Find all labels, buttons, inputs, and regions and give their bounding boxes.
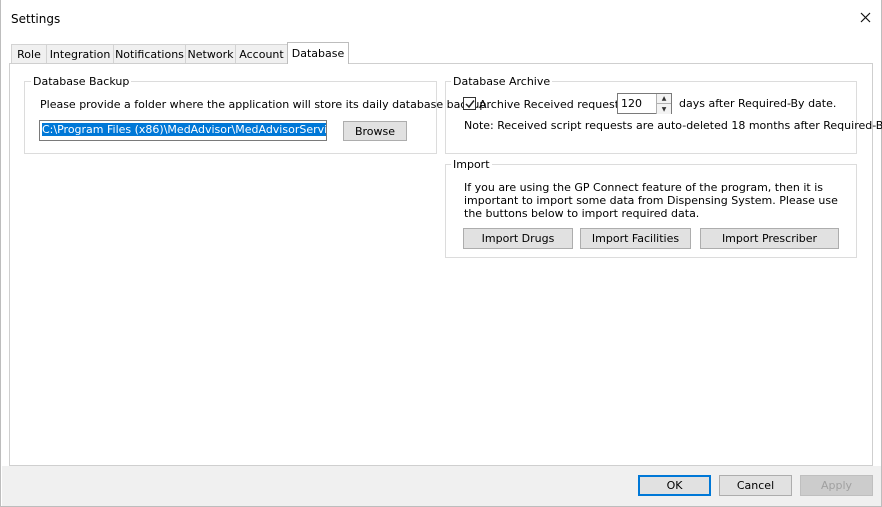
archive-checkbox[interactable] [463,97,476,110]
close-icon[interactable] [853,5,877,29]
database-backup-legend: Database Backup [31,75,132,88]
import-drugs-button[interactable]: Import Drugs [463,228,573,249]
import-prescriber-button[interactable]: Import Prescriber [700,228,839,249]
tab-notifications[interactable]: Notifications [113,44,186,63]
database-archive-legend: Database Archive [451,75,553,88]
ok-button[interactable]: OK [638,475,711,496]
tab-database[interactable]: Database [287,42,349,64]
import-description: If you are using the GP Connect feature … [464,181,838,220]
tab-integration[interactable]: Integration [46,44,114,63]
archive-checkbox-label: Archive Received requests [479,98,625,111]
backup-folder-value: C:\Program Files (x86)\MedAdvisor\MedAdv… [42,123,326,136]
archive-note: Note: Received script requests are auto-… [464,119,882,132]
archive-days-suffix: days after Required-By date. [679,97,837,110]
database-archive-group [445,81,857,154]
apply-button[interactable]: Apply [800,475,873,496]
database-backup-group [24,81,437,154]
browse-button[interactable]: Browse [343,121,407,141]
import-facilities-button[interactable]: Import Facilities [580,228,691,249]
backup-folder-input[interactable]: C:\Program Files (x86)\MedAdvisor\MedAdv… [39,120,327,141]
archive-days-spinner[interactable]: 120 ▲ ▼ [617,93,672,114]
archive-days-value: 120 [621,97,642,110]
spin-down-icon[interactable]: ▼ [656,104,671,114]
import-legend: Import [451,158,492,171]
tab-account[interactable]: Account [235,44,288,63]
spin-up-icon[interactable]: ▲ [656,94,671,104]
window-title: Settings [11,12,61,26]
cancel-button[interactable]: Cancel [719,475,792,496]
checkmark-icon [464,99,475,108]
backup-description: Please provide a folder where the applic… [40,98,490,111]
settings-window: Settings Role Integration Notifications … [0,0,882,507]
tab-role[interactable]: Role [11,44,47,63]
tab-network[interactable]: Network [185,44,236,63]
